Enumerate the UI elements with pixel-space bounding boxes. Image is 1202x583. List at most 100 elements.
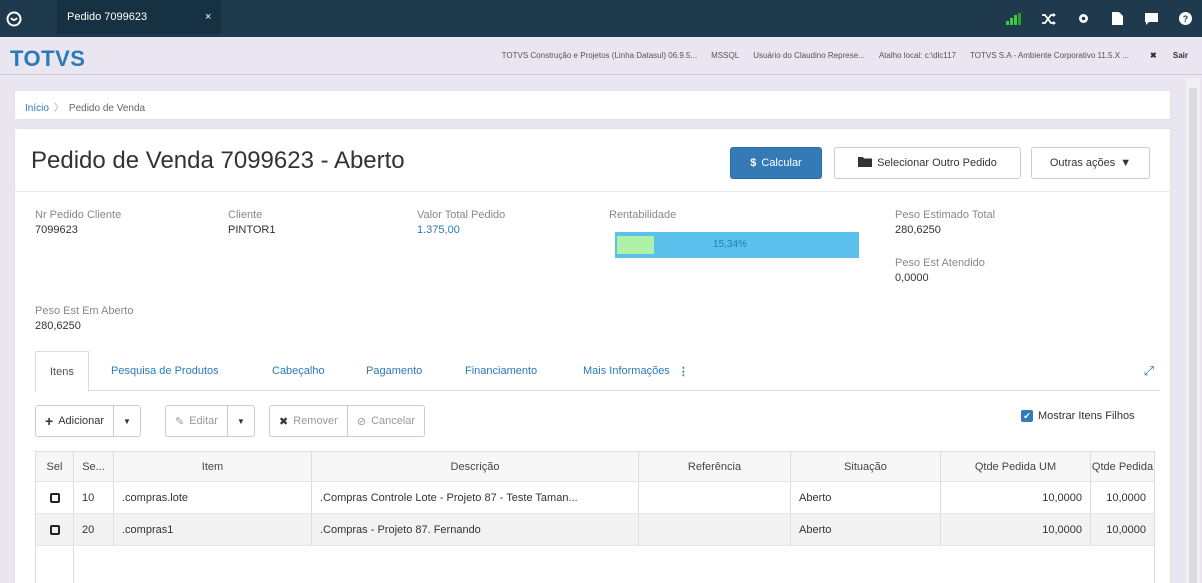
- pencil-icon: ✎: [175, 415, 185, 428]
- cell-qty: 10,0000: [1106, 523, 1146, 536]
- field-label: Peso Estimado Total: [895, 209, 996, 221]
- column-header[interactable]: Qtde Pedida: [1091, 452, 1154, 481]
- table-row[interactable]: 20 .compras1 .Compras - Projeto 87. Fern…: [36, 514, 1154, 546]
- table-row[interactable]: 10 .compras.lote .Compras Controle Lote …: [36, 482, 1154, 514]
- other-actions-label: Outras ações: [1049, 157, 1116, 169]
- document-icon[interactable]: [1100, 0, 1134, 37]
- field-label: Peso Est Em Aberto: [35, 305, 134, 317]
- page-scrollbar[interactable]: [1186, 78, 1200, 583]
- field-value-link[interactable]: 1.375,00: [417, 224, 460, 236]
- environment-info: TOTVS S.A - Ambiente Corporativo 11.5.X …: [970, 51, 1129, 60]
- tab-mais-informacoes-label: Mais Informações: [583, 365, 670, 377]
- tab-cabecalho[interactable]: Cabeçalho: [258, 351, 339, 391]
- cell-qty-um: 10,0000: [941, 514, 1091, 545]
- field-value: 0,0000: [895, 272, 929, 284]
- field-nr-pedido: Nr Pedido Cliente 7099623: [35, 209, 121, 236]
- logout-link[interactable]: ✖ Sair: [1136, 51, 1202, 60]
- tab-pedido[interactable]: Pedido 7099623 ×: [57, 0, 221, 37]
- cancel-label: Cancelar: [371, 415, 416, 427]
- breadcrumb-separator: 〉: [53, 103, 64, 114]
- column-header[interactable]: Qtde Pedida UM: [941, 452, 1091, 481]
- select-other-order-label: Selecionar Outro Pedido: [877, 157, 997, 169]
- user-info[interactable]: Usuário do Claudino Represe...: [746, 51, 872, 60]
- svg-text:?: ?: [1182, 14, 1188, 24]
- show-children-label: Mostrar Itens Filhos: [1038, 410, 1135, 422]
- cell-item: .compras.lote: [114, 482, 312, 513]
- cell-seq: 20: [74, 514, 114, 545]
- edit-dropdown-button[interactable]: ▼: [228, 406, 254, 436]
- signal-icon: [998, 0, 1032, 37]
- field-rentabilidade: Rentabilidade: [609, 209, 676, 224]
- edit-button[interactable]: ✎ Editar: [166, 406, 228, 436]
- tab-label: Pedido 7099623: [67, 11, 148, 23]
- grid-header-row: Sel Se... Item Descrição Referência Situ…: [36, 452, 1154, 482]
- select-other-order-button[interactable]: Selecionar Outro Pedido: [834, 147, 1021, 179]
- checkbox-checked-icon: ✔: [1021, 410, 1033, 422]
- tab-close-icon[interactable]: ×: [205, 11, 211, 23]
- field-label: Rentabilidade: [609, 209, 677, 221]
- field-peso-atendido: Peso Est Atendido 0,0000: [895, 257, 985, 284]
- add-label: Adicionar: [58, 415, 105, 427]
- kebab-menu-icon: ⋮: [677, 365, 689, 378]
- cancel-button[interactable]: ⊘ Cancelar: [348, 406, 424, 436]
- field-peso-total: Peso Estimado Total 280,6250: [895, 209, 995, 236]
- checkbox-icon: [49, 492, 60, 503]
- empty-cell: [74, 546, 1154, 583]
- chat-icon[interactable]: [1134, 0, 1168, 37]
- column-header[interactable]: Descrição: [312, 452, 639, 481]
- column-header[interactable]: Se...: [74, 452, 114, 481]
- breadcrumb-current: Pedido de Venda: [68, 103, 146, 114]
- remove-button[interactable]: ✖ Remover: [270, 406, 348, 436]
- top-bar: Pedido 7099623 × ?: [0, 0, 1202, 37]
- scrollbar-thumb[interactable]: [1189, 88, 1197, 583]
- column-header[interactable]: Sel: [36, 452, 74, 481]
- tab-itens[interactable]: Itens: [35, 351, 89, 392]
- menu-logo-icon[interactable]: [0, 0, 28, 37]
- caret-down-icon: ▼: [123, 416, 131, 426]
- cell-qty-um: 10,0000: [941, 482, 1091, 513]
- dollar-icon: $: [750, 157, 757, 169]
- column-header[interactable]: Situação: [791, 452, 941, 481]
- show-children-checkbox[interactable]: ✔ Mostrar Itens Filhos: [1021, 410, 1135, 422]
- field-valor-total: Valor Total Pedido 1.375,00: [417, 209, 505, 236]
- cell-description: .Compras - Projeto 87. Fernando: [312, 514, 639, 545]
- tab-pagamento[interactable]: Pagamento: [352, 351, 436, 391]
- add-dropdown-button[interactable]: ▼: [114, 406, 140, 436]
- column-header[interactable]: Referência: [639, 452, 791, 481]
- main-panel: Pedido de Venda 7099623 - Aberto $ Calcu…: [14, 128, 1172, 583]
- field-label: Valor Total Pedido: [417, 209, 506, 221]
- cell-description: .Compras Controle Lote - Projeto 87 - Te…: [312, 482, 639, 513]
- tab-pesquisa-produtos[interactable]: Pesquisa de Produtos: [97, 351, 233, 391]
- header-divider: [15, 191, 1172, 192]
- caret-down-icon: ▼: [1120, 157, 1132, 169]
- grid-empty-area: [36, 546, 1154, 583]
- ban-icon: ⊘: [356, 415, 367, 428]
- field-value: PINTOR1: [228, 224, 276, 236]
- x-icon: ✖: [279, 415, 289, 428]
- field-peso-aberto: Peso Est Em Aberto 280,6250: [35, 305, 133, 332]
- breadcrumb-home[interactable]: Início: [25, 103, 49, 114]
- other-actions-button[interactable]: Outras ações ▼: [1031, 147, 1150, 179]
- shuffle-icon[interactable]: [1032, 0, 1066, 37]
- add-button-group: + Adicionar ▼: [35, 405, 141, 437]
- company-info[interactable]: TOTVS Construção e Projetos (Linha Datas…: [495, 51, 705, 60]
- cell-item: .compras1: [114, 514, 312, 545]
- cell-seq: 10: [74, 482, 114, 513]
- cell-reference: [639, 482, 791, 513]
- tab-mais-informacoes[interactable]: Mais Informações ⋮: [569, 351, 703, 391]
- edit-label: Editar: [189, 415, 218, 427]
- gear-icon[interactable]: [1066, 0, 1100, 37]
- row-select-checkbox[interactable]: [36, 482, 74, 513]
- calculate-button[interactable]: $ Calcular: [730, 147, 822, 179]
- expand-icon[interactable]: ⤢: [1144, 363, 1154, 379]
- add-button[interactable]: + Adicionar: [36, 406, 115, 436]
- caret-down-icon: ▼: [236, 416, 245, 426]
- row-select-checkbox[interactable]: [36, 514, 74, 545]
- help-icon[interactable]: ?: [1168, 0, 1202, 37]
- page-title: Pedido de Venda 7099623 - Aberto: [31, 147, 405, 174]
- cell-status: Aberto: [791, 482, 941, 513]
- remove-label: Remover: [293, 415, 338, 427]
- column-header[interactable]: Item: [114, 452, 312, 481]
- tab-financiamento[interactable]: Financiamento: [451, 351, 551, 391]
- calculate-label: Calcular: [761, 157, 802, 169]
